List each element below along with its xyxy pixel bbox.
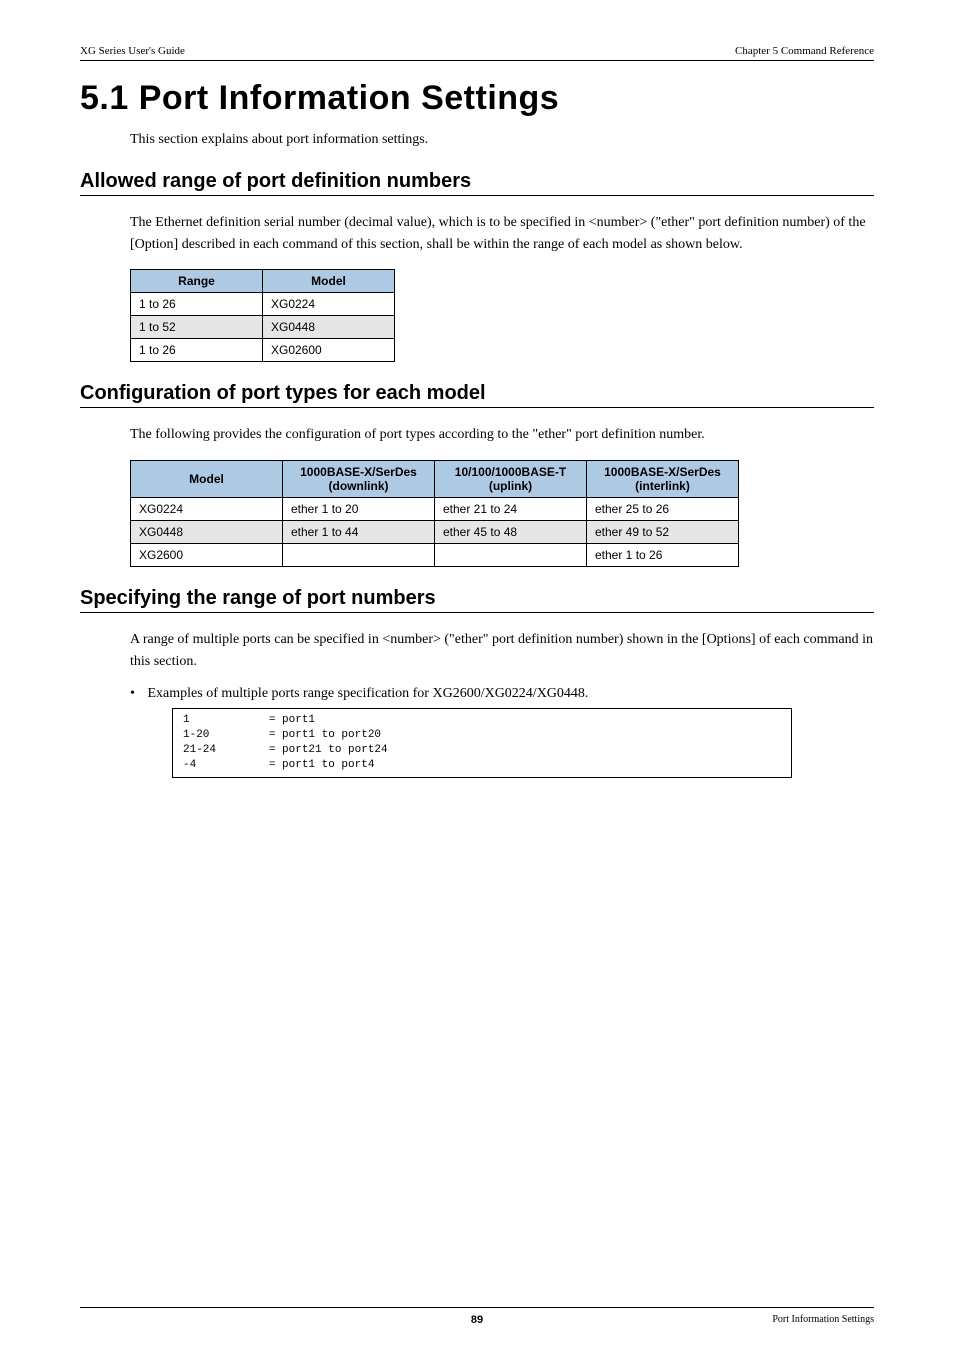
- table-row: XG0224 ether 1 to 20 ether 21 to 24 ethe…: [131, 498, 739, 521]
- cell: [283, 544, 435, 567]
- col-header-downlink: 1000BASE-X/SerDes (downlink): [283, 461, 435, 498]
- cell: ether 1 to 44: [283, 521, 435, 544]
- cell: XG0224: [131, 498, 283, 521]
- table-header-row: Range Model: [131, 270, 395, 293]
- bullet-icon: •: [130, 686, 144, 702]
- table-row: XG0448 ether 1 to 44 ether 45 to 48 ethe…: [131, 521, 739, 544]
- cell: 1 to 52: [131, 316, 263, 339]
- cell: XG0224: [263, 293, 395, 316]
- cell: ether 45 to 48: [435, 521, 587, 544]
- col-header-range: Range: [131, 270, 263, 293]
- code-example-box: 1 = port1 1-20 = port1 to port20 21-24 =…: [172, 708, 792, 777]
- table-row: 1 to 26 XG0224: [131, 293, 395, 316]
- bullet-text: Examples of multiple ports range specifi…: [148, 686, 589, 701]
- cell: [435, 544, 587, 567]
- cell: XG2600: [131, 544, 283, 567]
- section-heading-specifying: Specifying the range of port numbers: [80, 587, 874, 610]
- section-body-specifying: A range of multiple ports can be specifi…: [130, 629, 874, 672]
- footer-row: 89 Port Information Settings: [80, 1314, 874, 1326]
- cell: 1 to 26: [131, 293, 263, 316]
- cell: XG0448: [131, 521, 283, 544]
- section-rule: [80, 407, 874, 408]
- col-header-interlink: 1000BASE-X/SerDes (interlink): [587, 461, 739, 498]
- page-title: 5.1 Port Information Settings: [80, 79, 874, 118]
- footer-section-title: Port Information Settings: [772, 1314, 874, 1325]
- page: XG Series User's Guide Chapter 5 Command…: [0, 0, 954, 1351]
- page-header: XG Series User's Guide Chapter 5 Command…: [80, 45, 874, 57]
- bullet-item: • Examples of multiple ports range speci…: [130, 686, 874, 702]
- header-rule: [80, 60, 874, 61]
- section-rule: [80, 612, 874, 613]
- cell: ether 25 to 26: [587, 498, 739, 521]
- table-header-row: Model 1000BASE-X/SerDes (downlink) 10/10…: [131, 461, 739, 498]
- header-left: XG Series User's Guide: [80, 45, 185, 57]
- cell: ether 49 to 52: [587, 521, 739, 544]
- range-table: Range Model 1 to 26 XG0224 1 to 52 XG044…: [130, 269, 395, 362]
- col-header-model: Model: [263, 270, 395, 293]
- config-table: Model 1000BASE-X/SerDes (downlink) 10/10…: [130, 460, 739, 567]
- section-rule: [80, 195, 874, 196]
- cell: ether 1 to 26: [587, 544, 739, 567]
- page-footer: 89 Port Information Settings: [80, 1307, 874, 1326]
- footer-rule: [80, 1307, 874, 1308]
- cell: ether 1 to 20: [283, 498, 435, 521]
- section-body-allowed-range: The Ethernet definition serial number (d…: [130, 212, 874, 255]
- cell: ether 21 to 24: [435, 498, 587, 521]
- cell: 1 to 26: [131, 339, 263, 362]
- table-row: XG2600 ether 1 to 26: [131, 544, 739, 567]
- cell: XG0448: [263, 316, 395, 339]
- section-heading-config: Configuration of port types for each mod…: [80, 382, 874, 405]
- section-body-config: The following provides the configuration…: [130, 424, 874, 446]
- col-header-uplink: 10/100/1000BASE-T (uplink): [435, 461, 587, 498]
- footer-page-number: 89: [471, 1314, 483, 1326]
- table-row: 1 to 26 XG02600: [131, 339, 395, 362]
- cell: XG02600: [263, 339, 395, 362]
- col-header-model: Model: [131, 461, 283, 498]
- section-heading-allowed-range: Allowed range of port definition numbers: [80, 170, 874, 193]
- intro-text: This section explains about port informa…: [130, 132, 874, 148]
- header-right: Chapter 5 Command Reference: [735, 45, 874, 57]
- table-row: 1 to 52 XG0448: [131, 316, 395, 339]
